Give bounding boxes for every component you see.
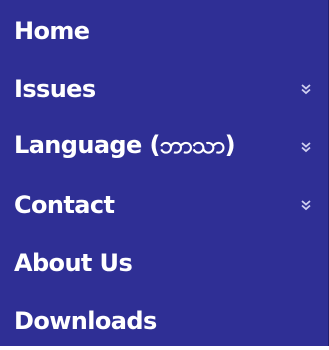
nav-item-issues[interactable]: Issues xyxy=(0,60,329,118)
nav-item-language[interactable]: Language (ဘာသာ) xyxy=(0,118,329,176)
double-chevron-down-icon[interactable] xyxy=(299,198,313,212)
nav-item-label: Language (ဘာသာ) xyxy=(14,131,236,159)
nav-item-label: Home xyxy=(14,17,90,45)
nav-item-about-us[interactable]: About Us xyxy=(0,234,329,292)
nav-item-home[interactable]: Home xyxy=(0,2,329,60)
nav-item-label: Contact xyxy=(14,191,115,219)
nav-item-contact[interactable]: Contact xyxy=(0,176,329,234)
navigation-menu: Home Issues Language (ဘာသာ) Contact Abou… xyxy=(0,0,329,346)
nav-item-downloads[interactable]: Downloads xyxy=(0,292,329,350)
double-chevron-down-icon[interactable] xyxy=(299,140,313,154)
nav-item-label: Issues xyxy=(14,75,96,103)
nav-item-label: About Us xyxy=(14,249,133,277)
double-chevron-down-icon[interactable] xyxy=(299,82,313,96)
nav-item-label: Downloads xyxy=(14,307,157,335)
